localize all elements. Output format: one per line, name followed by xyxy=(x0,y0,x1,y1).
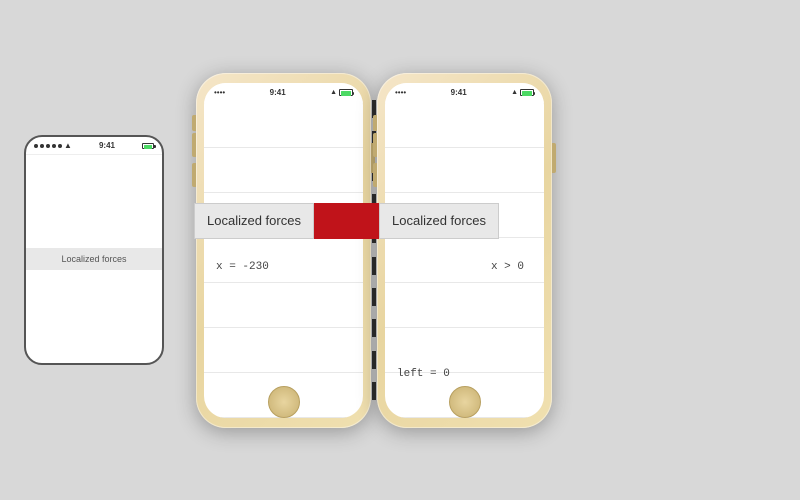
screen-line xyxy=(204,103,363,148)
volume-up-button-r xyxy=(373,133,377,157)
code-right-bottom: left = 0 xyxy=(397,368,450,380)
power-button-r xyxy=(552,143,556,173)
battery-icon xyxy=(142,143,154,149)
iphone-right: •••• 9:41 ▲ xyxy=(377,73,552,428)
screen-status-left: •••• 9:41 ▲ xyxy=(204,83,363,103)
wifi-icon: ▲ xyxy=(64,141,72,150)
iphone-left-wrap: •••• 9:41 ▲ xyxy=(196,73,371,428)
iphone-left: •••• 9:41 ▲ xyxy=(196,73,371,428)
screen-line xyxy=(385,103,544,148)
label-banner-right: Localized forces xyxy=(327,203,499,239)
status-time-right: 9:41 xyxy=(451,88,467,97)
home-button-left[interactable] xyxy=(268,386,300,418)
wireframe-phone: ▲ 9:41 Localized forces xyxy=(24,135,164,365)
screen-line xyxy=(385,148,544,193)
screen-status-right: •••• 9:41 ▲ xyxy=(385,83,544,103)
volume-down-button-r xyxy=(373,163,377,187)
screen-line xyxy=(204,148,363,193)
label-text-right: Localized forces xyxy=(379,203,499,239)
wireframe-content: Localized forces xyxy=(26,155,162,363)
screen-line xyxy=(385,328,544,373)
status-signal-right: •••• xyxy=(395,88,406,97)
red-box-right xyxy=(327,203,379,239)
mute-button-r xyxy=(373,115,377,131)
iphone-right-wrap: •••• 9:41 ▲ xyxy=(377,73,552,428)
volume-up-button xyxy=(192,133,196,157)
status-battery-left: ▲ xyxy=(330,89,353,96)
iphone-left-screen: •••• 9:41 ▲ xyxy=(204,83,363,418)
status-time: 9:41 xyxy=(99,141,115,150)
phones-container: •••• 9:41 ▲ xyxy=(196,73,552,428)
wireframe-label: Localized forces xyxy=(26,248,162,270)
volume-down-button xyxy=(192,163,196,187)
status-time-left: 9:41 xyxy=(270,88,286,97)
status-bar: ▲ 9:41 xyxy=(26,137,162,155)
home-button-right[interactable] xyxy=(449,386,481,418)
status-signal-left: •••• xyxy=(214,88,225,97)
screen-line xyxy=(204,328,363,373)
code-right-top: x > 0 xyxy=(491,261,524,273)
mute-button xyxy=(192,115,196,131)
screen-line xyxy=(204,283,363,328)
label-text-left: Localized forces xyxy=(194,203,314,239)
status-battery-right: ▲ xyxy=(511,89,534,96)
screen-line xyxy=(385,283,544,328)
code-left: x = -230 xyxy=(216,261,269,273)
signal-icon xyxy=(34,144,62,148)
